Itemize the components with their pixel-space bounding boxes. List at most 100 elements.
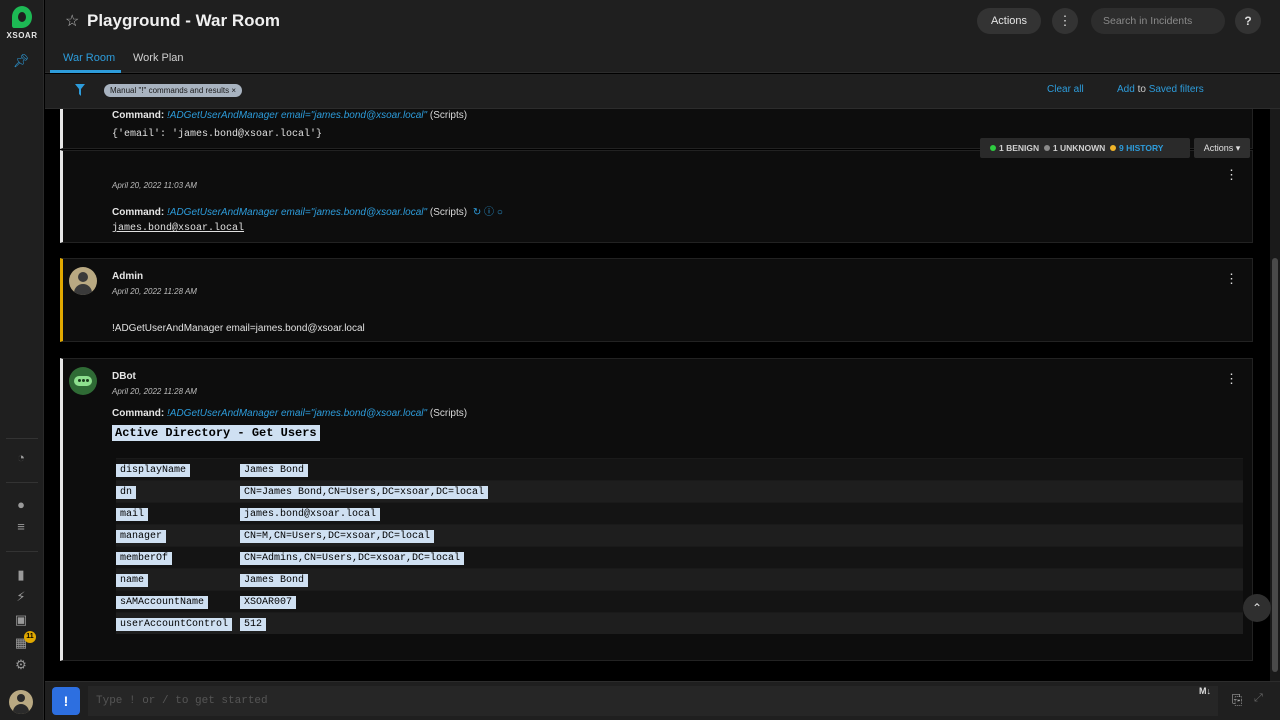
dbot-avatar	[69, 367, 97, 395]
admin-avatar	[69, 267, 97, 295]
expand-editor-icon[interactable]: ⤢	[1254, 692, 1263, 705]
entry-message: !ADGetUserAndManager email=james.bond@xs…	[112, 323, 365, 334]
value-text: James Bond	[240, 574, 309, 587]
markdown-toggle[interactable]: M↓	[1199, 686, 1211, 696]
info-icon[interactable]: ⓘ	[484, 207, 494, 218]
war-room-command-input[interactable]	[88, 686, 1218, 716]
verdict-summary: 1 BENIGN 1 UNKNOWN 9 HISTORY	[980, 138, 1190, 158]
table-cell-value: CN=Admins,CN=Users,DC=xsoar,DC=local	[240, 551, 465, 565]
lightbulb-icon[interactable]: ○	[497, 207, 503, 218]
tab-work-plan[interactable]: Work Plan	[133, 52, 184, 64]
saved-filters-link[interactable]: Saved filters	[1149, 84, 1204, 95]
rerun-icon[interactable]: ↻	[473, 207, 481, 218]
war-room-entry: April 20, 2022 11:03 AM Command: !ADGetU…	[60, 150, 1253, 243]
value-text: James Bond	[240, 464, 309, 477]
xsoar-logo-icon	[12, 6, 32, 28]
key-text: sAMAccountName	[116, 596, 209, 609]
feed-scrollbar-thumb[interactable]	[1272, 258, 1278, 672]
command-link[interactable]: !ADGetUserAndManager email="james.bond@x…	[167, 110, 427, 121]
command-label: Command:	[112, 408, 165, 419]
page-title: Playground - War Room	[87, 11, 280, 30]
table-row: mail james.bond@xsoar.local	[116, 502, 1243, 524]
unknown-count[interactable]: 1 UNKNOWN	[1053, 143, 1105, 153]
incident-header: ☆ Playground - War Room Actions ⋮ ? War …	[45, 0, 1280, 73]
entry-kebab-icon[interactable]: ⋮	[1225, 167, 1238, 183]
table-row: userAccountControl 512	[116, 612, 1243, 634]
command-mode-button[interactable]: !	[52, 687, 80, 715]
dashboard-gauge-icon[interactable]: ◔	[12, 449, 30, 467]
entry-command: Command: !ADGetUserAndManager email="jam…	[112, 110, 467, 121]
incident-status-bar: 1 BENIGN 1 UNKNOWN 9 HISTORY Actions ▾	[980, 138, 1250, 158]
message-composer: ! M↓ ⎘ ⤢	[45, 681, 1280, 720]
key-text: dn	[116, 486, 137, 499]
benign-count[interactable]: 1 BENIGN	[999, 143, 1039, 153]
favorite-star-icon[interactable]: ☆	[65, 11, 79, 31]
table-row: memberOf CN=Admins,CN=Users,DC=xsoar,DC=l…	[116, 546, 1243, 568]
key-text: userAccountControl	[116, 618, 233, 631]
status-actions-label: Actions	[1203, 143, 1234, 153]
key-text: manager	[116, 530, 167, 543]
saved-filters-control: Add to Saved filters	[1117, 84, 1204, 95]
filter-bar: Manual "!" commands and results × Clear …	[45, 74, 1280, 109]
left-rail: XSOAR 📌︎ ◔ ● ≡ ▮ ⚡︎ ▣ ▦ 11 ⚙︎	[0, 0, 44, 720]
clear-all-link[interactable]: Clear all	[1047, 84, 1084, 95]
entry-kebab-icon[interactable]: ⋮	[1225, 371, 1238, 387]
war-room-entry: Admin April 20, 2022 11:28 AM !ADGetUser…	[60, 258, 1253, 342]
table-cell-key: userAccountControl	[116, 617, 238, 631]
scroll-to-top-button[interactable]: ⌃	[1243, 594, 1271, 622]
filter-chip[interactable]: Manual "!" commands and results ×	[104, 84, 242, 97]
attachment-paperclip-icon[interactable]: ⎘	[1232, 692, 1242, 708]
status-actions-dropdown[interactable]: Actions ▾	[1194, 138, 1250, 158]
help-button[interactable]: ?	[1235, 8, 1261, 34]
table-row: name James Bond	[116, 568, 1243, 590]
ad-users-table: displayName James Bond dn CN=James Bond,CN=…	[116, 458, 1243, 634]
table-title: Active Directory - Get Users	[112, 425, 320, 441]
entry-timestamp: April 20, 2022 11:28 AM	[112, 387, 197, 396]
entry-author: Admin	[112, 271, 144, 282]
chip-close-icon[interactable]: ×	[231, 86, 236, 95]
history-count[interactable]: 9 HISTORY	[1119, 143, 1163, 153]
command-source: (Scripts)	[429, 408, 468, 419]
table-cell-value: james.bond@xsoar.local	[240, 507, 381, 521]
pin-icon[interactable]: 📌︎	[12, 52, 30, 70]
more-options-button[interactable]: ⋮	[1052, 8, 1078, 34]
command-link[interactable]: !ADGetUserAndManager email="james.bond@x…	[167, 207, 427, 218]
value-text: XSOAR007	[240, 596, 297, 609]
unknown-dot-icon	[1043, 145, 1050, 151]
rail-divider	[6, 551, 38, 552]
benign-dot-icon	[990, 145, 996, 151]
book-icon[interactable]: ▮	[12, 566, 30, 584]
filter-funnel-icon[interactable]	[75, 84, 85, 96]
history-dot-icon	[1110, 145, 1117, 151]
lightning-icon[interactable]: ⚡︎	[12, 588, 30, 606]
briefcase-icon[interactable]: ▣	[12, 611, 30, 629]
user-avatar[interactable]	[9, 690, 33, 714]
command-label: Command:	[112, 110, 165, 121]
command-source: (Scripts)	[429, 207, 468, 218]
caret-down-icon: ▾	[1235, 143, 1241, 153]
search-incidents-input[interactable]	[1091, 8, 1225, 34]
settings-gear-icon[interactable]: ⚙︎	[12, 656, 30, 674]
table-row: sAMAccountName XSOAR007	[116, 590, 1243, 612]
entry-author: DBot	[112, 371, 136, 382]
logo-text: XSOAR	[6, 31, 38, 40]
value-text: CN=James Bond,CN=Users,DC=xsoar,DC=local	[240, 486, 489, 499]
add-filter-link[interactable]: Add	[1117, 84, 1135, 95]
filter-chip-label: Manual "!" commands and results	[110, 86, 230, 95]
sliders-icon[interactable]: ≡	[12, 518, 30, 536]
entry-kebab-icon[interactable]: ⋮	[1225, 271, 1238, 287]
value-text: CN=M,CN=Users,DC=xsoar,DC=local	[240, 530, 435, 543]
tab-war-room[interactable]: War Room	[63, 52, 115, 64]
xsoar-logo[interactable]: XSOAR	[5, 6, 39, 40]
entry-command: Command: !ADGetUserAndManager email="jam…	[112, 203, 503, 218]
command-link[interactable]: !ADGetUserAndManager email="james.bond@x…	[167, 408, 427, 419]
table-cell-value: CN=M,CN=Users,DC=xsoar,DC=local	[240, 529, 435, 543]
table-cell-key: memberOf	[116, 551, 238, 565]
threat-intel-icon[interactable]: ●	[12, 496, 30, 514]
actions-button[interactable]: Actions	[977, 8, 1041, 34]
entry-command: Command: !ADGetUserAndManager email="jam…	[112, 408, 467, 419]
entry-output: james.bond@xsoar.local	[112, 223, 245, 234]
jobs-count-badge: 11	[24, 631, 36, 643]
table-row: manager CN=M,CN=Users,DC=xsoar,DC=local	[116, 524, 1243, 546]
value-text: 512	[240, 618, 267, 631]
